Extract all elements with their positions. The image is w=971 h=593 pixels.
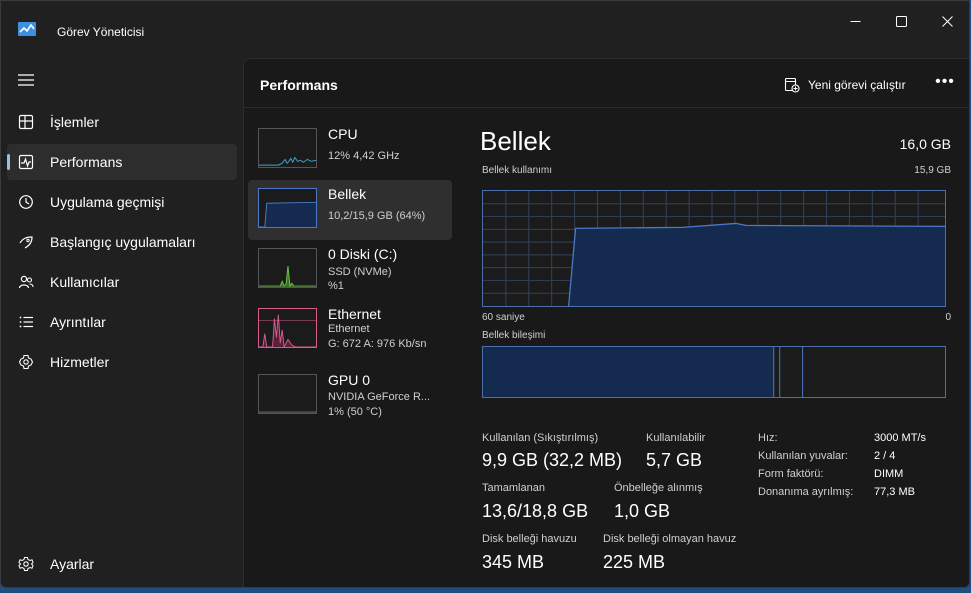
available-label: Kullanılabilir xyxy=(646,432,706,444)
window-title: Görev Yöneticisi xyxy=(57,25,145,39)
close-button[interactable] xyxy=(924,7,969,35)
device-item-memory[interactable]: Bellek 10,2/15,9 GB (64%) xyxy=(248,180,452,240)
startup-icon xyxy=(19,236,33,249)
services-icon xyxy=(18,354,34,370)
sidebar-item-settings[interactable]: Ayarlar xyxy=(7,546,237,582)
spec-value: DIMM xyxy=(874,468,904,480)
settings-label: Ayarlar xyxy=(50,556,95,572)
device-name: CPU xyxy=(328,126,358,142)
memory-total: 16,0 GB xyxy=(899,136,951,152)
users-icon xyxy=(18,275,34,289)
sidebar-item-app-history[interactable]: Uygulama geçmişi xyxy=(7,184,237,220)
run-task-icon xyxy=(784,77,800,93)
sidebar-item-label: Başlangıç uygulamaları xyxy=(50,234,196,250)
memory-detail-panel: Bellek 16,0 GB Bellek kullanımı 15,9 GB xyxy=(480,108,951,587)
gpu-thumbnail-graph xyxy=(258,374,317,414)
in-use-value: 9,9 GB (32,2 MB) xyxy=(482,450,623,470)
device-item-ethernet[interactable]: Ethernet Ethernet G: 672 A: 976 Kb/sn xyxy=(248,300,452,360)
task-manager-app-icon xyxy=(18,22,36,36)
in-use-label: Kullanılan (Sıkıştırılmış) xyxy=(482,432,599,444)
sidebar-item-services[interactable]: Hizmetler xyxy=(7,344,237,380)
sidebar-item-label: Kullanıcılar xyxy=(50,274,120,290)
details-icon xyxy=(19,316,33,328)
settings-gear-icon xyxy=(18,557,34,571)
memory-usage-label: Bellek kullanımı xyxy=(482,165,553,176)
graph-time-end: 0 xyxy=(945,312,951,323)
close-icon xyxy=(941,15,953,27)
paged-pool-value: 345 MB xyxy=(482,552,545,572)
sidebar-item-label: Performans xyxy=(50,154,123,170)
paged-pool-label: Disk belleği havuzu xyxy=(482,533,577,545)
sidebar-item-performance[interactable]: Performans xyxy=(7,144,237,180)
device-name: 0 Diski (C:) xyxy=(328,246,398,262)
device-detail: G: 672 A: 976 Kb/sn xyxy=(328,338,427,350)
sidebar-item-startup-apps[interactable]: Başlangıç uygulamaları xyxy=(7,224,237,260)
maximize-button[interactable] xyxy=(878,7,924,35)
sidebar-item-processes[interactable]: İşlemler xyxy=(7,104,237,140)
minimize-button[interactable] xyxy=(832,7,878,35)
device-item-disk[interactable]: 0 Diski (C:) SSD (NVMe) %1 xyxy=(248,240,452,300)
device-detail: 12% 4,42 GHz xyxy=(328,150,400,162)
memory-thumbnail-graph xyxy=(258,188,317,228)
device-detail: SSD (NVMe) xyxy=(328,266,392,278)
device-list: CPU 12% 4,42 GHz Bellek 10,2/15,9 GB (64… xyxy=(244,108,454,587)
page-title: Performans xyxy=(260,77,338,93)
sidebar-item-label: İşlemler xyxy=(50,114,100,130)
sidebar-item-details[interactable]: Ayrıntılar xyxy=(7,304,237,340)
minimize-icon xyxy=(850,20,860,22)
device-name: GPU 0 xyxy=(328,372,371,388)
memory-usage-max: 15,9 GB xyxy=(914,165,951,176)
more-options-icon: ••• xyxy=(935,73,955,90)
performance-icon xyxy=(18,154,34,170)
device-item-cpu[interactable]: CPU 12% 4,42 GHz xyxy=(248,120,452,180)
spec-value: 77,3 MB xyxy=(874,486,915,498)
cpu-thumbnail-graph xyxy=(258,128,317,168)
spec-label: Donanıma ayrılmış: xyxy=(758,486,854,498)
active-indicator xyxy=(7,154,10,170)
device-detail: 10,2/15,9 GB (64%) xyxy=(328,210,426,222)
title-bar[interactable]: Görev Yöneticisi xyxy=(1,1,969,39)
sidebar-item-users[interactable]: Kullanıcılar xyxy=(7,264,237,300)
device-detail: 1% (50 °C) xyxy=(328,406,382,418)
device-detail: Ethernet xyxy=(328,323,370,335)
cached-value: 1,0 GB xyxy=(614,501,671,521)
nonpaged-pool-value: 225 MB xyxy=(603,552,666,572)
processes-icon xyxy=(18,114,34,130)
ethernet-thumbnail-graph xyxy=(258,308,317,348)
run-new-task-button[interactable]: Yeni görevi çalıştır xyxy=(784,75,906,95)
history-icon xyxy=(19,195,33,209)
committed-label: Tamamlanan xyxy=(482,482,545,494)
memory-composition-label: Bellek bileşimi xyxy=(482,330,546,341)
more-options-button[interactable]: ••• xyxy=(934,73,956,95)
sidebar: İşlemler Performans Uygulama geçmişi Baş… xyxy=(1,39,243,587)
sidebar-item-label: Hizmetler xyxy=(50,354,110,370)
committed-value: 13,6/18,8 GB xyxy=(482,501,589,521)
run-task-label: Yeni görevi çalıştır xyxy=(808,78,906,92)
sidebar-item-label: Uygulama geçmişi xyxy=(50,194,165,210)
device-name: Ethernet xyxy=(328,306,381,322)
hamburger-menu-icon[interactable] xyxy=(18,74,34,86)
sidebar-item-label: Ayrıntılar xyxy=(50,314,106,330)
available-value: 5,7 GB xyxy=(646,450,703,470)
nonpaged-pool-label: Disk belleği olmayan havuz xyxy=(603,533,737,545)
device-detail: NVIDIA GeForce R... xyxy=(328,391,431,403)
memory-usage-graph xyxy=(482,190,946,307)
spec-label: Kullanılan yuvalar: xyxy=(758,450,848,462)
task-manager-window: Görev Yöneticisi İşlemler Performans Uyg… xyxy=(0,0,970,588)
maximize-icon xyxy=(895,15,907,27)
main-content: Performans Yeni görevi çalıştır ••• CPU … xyxy=(243,58,969,587)
device-item-gpu[interactable]: GPU 0 NVIDIA GeForce R... 1% (50 °C) xyxy=(248,366,452,426)
memory-composition-bar xyxy=(482,346,946,398)
spec-value: 2 / 4 xyxy=(874,450,896,462)
detail-title: Bellek xyxy=(480,126,551,156)
spec-value: 3000 MT/s xyxy=(874,432,926,444)
device-name: Bellek xyxy=(328,186,367,202)
spec-label: Form faktörü: xyxy=(758,468,824,480)
cached-label: Önbelleğe alınmış xyxy=(614,482,703,494)
device-detail: %1 xyxy=(328,280,344,292)
graph-time-label: 60 saniye xyxy=(482,312,525,323)
spec-label: Hız: xyxy=(758,432,778,444)
disk-thumbnail-graph xyxy=(258,248,317,288)
